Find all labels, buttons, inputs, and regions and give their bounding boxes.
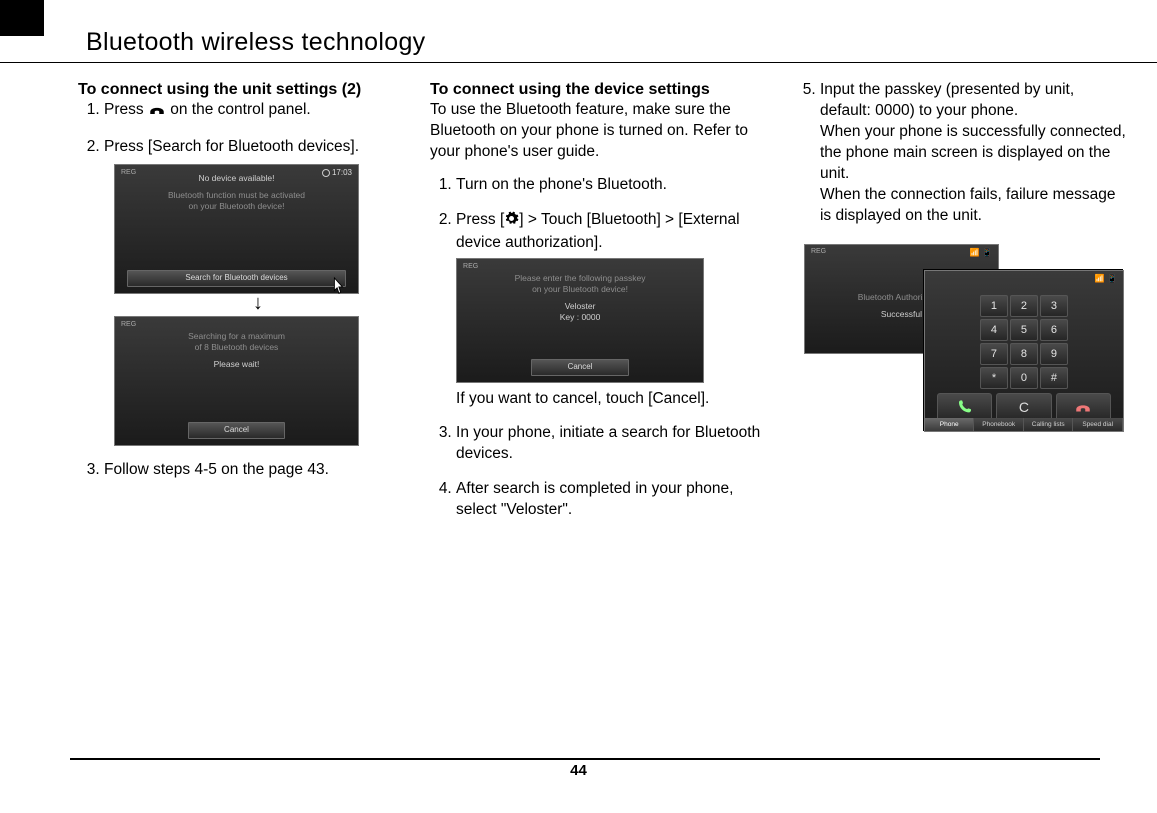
scr-line-3: Please wait!	[214, 359, 260, 370]
phone-tab[interactable]: Speed dial	[1073, 418, 1123, 431]
scr-line-2: on your Bluetooth device!	[532, 284, 628, 295]
step-1: Turn on the phone's Bluetooth.	[456, 175, 776, 196]
phone-tab[interactable]: Calling lists	[1024, 418, 1074, 431]
step-1-pre: Press	[104, 101, 148, 118]
after-screen-note: If you want to cancel, touch [Cancel].	[456, 389, 776, 410]
content-area: To connect using the unit settings (2) P…	[78, 80, 1128, 535]
keypad-key[interactable]: 6	[1040, 319, 1068, 341]
keypad-key[interactable]: 8	[1010, 343, 1038, 365]
heading-unit-settings: To connect using the unit settings (2)	[78, 80, 412, 100]
heading-device-settings: To connect using the device settings	[430, 80, 776, 100]
scr-line-2b: on your Bluetooth device!	[189, 201, 285, 212]
keypad-key[interactable]: 3	[1040, 295, 1068, 317]
status-icons: 📶 📱	[1095, 274, 1117, 283]
keypad-key[interactable]: 1	[980, 295, 1008, 317]
step-3: In your phone, initiate a search for Blu…	[456, 423, 776, 465]
step-2-pre: Press [	[456, 211, 504, 228]
page-title: Bluetooth wireless technology	[86, 28, 425, 57]
cursor-icon	[329, 276, 347, 296]
scr-reg: REG	[811, 248, 826, 255]
screenshot-pair-result: REG 📶 📱 Bluetooth Authorization Successf…	[804, 240, 1124, 435]
scr-line-1: Searching for a maximum	[188, 331, 285, 342]
scr-line-3: Veloster	[565, 301, 596, 312]
scr-line-1: Please enter the following passkey	[515, 273, 646, 284]
status-icons: 📶 📱	[970, 248, 992, 257]
keypad: 123 456 789 *0#	[980, 295, 1068, 389]
step-2: Press [Search for Bluetooth devices]. RE…	[104, 137, 412, 446]
arrow-down-icon: ↓	[104, 294, 412, 312]
scr-line-4: Key : 0000	[560, 312, 601, 323]
step-1: Press on the control panel.	[104, 100, 412, 123]
keypad-key[interactable]: *	[980, 367, 1008, 389]
step-4: After search is completed in your phone,…	[456, 479, 776, 521]
column-unit-settings: To connect using the unit settings (2) P…	[78, 80, 412, 535]
steps-passkey: Input the passkey (presented by unit, de…	[794, 80, 1128, 226]
call-row: C	[937, 393, 1111, 421]
screenshot-passkey: REG Please enter the following passkey o…	[456, 258, 704, 383]
title-rule	[0, 62, 1157, 63]
scr-line-2: of 8 Bluetooth devices	[195, 342, 279, 353]
column-device-settings: To connect using the device settings To …	[430, 80, 776, 535]
page-corner-tab	[0, 0, 44, 36]
gear-icon	[504, 211, 519, 233]
scr-reg: REG	[463, 262, 478, 271]
keypad-key[interactable]: 9	[1040, 343, 1068, 365]
search-bluetooth-button[interactable]: Search for Bluetooth devices	[127, 270, 346, 287]
scr-reg: REG	[121, 320, 136, 329]
keypad-key[interactable]: #	[1040, 367, 1068, 389]
step-3: Follow steps 4-5 on the page 43.	[104, 460, 412, 481]
page-number: 44	[0, 762, 1157, 779]
phone-tab[interactable]: Phone	[925, 418, 975, 431]
column-passkey: Input the passkey (presented by unit, de…	[794, 80, 1128, 535]
keypad-key[interactable]: 4	[980, 319, 1008, 341]
cancel-button[interactable]: Cancel	[188, 422, 285, 439]
intro-device-settings: To use the Bluetooth feature, make sure …	[430, 100, 776, 163]
keypad-key[interactable]: 7	[980, 343, 1008, 365]
scr-line-2a: Bluetooth function must be activated	[168, 190, 305, 201]
call-button[interactable]	[937, 393, 992, 421]
screenshot-phone-main: 📶 📱 123 456 789 *0# C PhonePhonebookCalling…	[924, 270, 1124, 432]
screenshot-searching: REG Searching for a maximum of 8 Bluetoo…	[114, 316, 359, 446]
keypad-key[interactable]: 2	[1010, 295, 1038, 317]
bottom-rule	[70, 758, 1100, 760]
cancel-button[interactable]: Cancel	[531, 359, 629, 376]
step-5: Input the passkey (presented by unit, de…	[820, 80, 1128, 226]
screenshot-search-prompt: REG 17:03 No device available! Bluetooth…	[114, 164, 359, 294]
step-1-post: on the control panel.	[166, 101, 311, 118]
steps-device-settings: Turn on the phone's Bluetooth. Press [] …	[430, 175, 776, 521]
scr-reg: REG	[121, 168, 136, 177]
phone-icon	[148, 102, 166, 123]
keypad-key[interactable]: 0	[1010, 367, 1038, 389]
step-2-text: Press [Search for Bluetooth devices].	[104, 138, 359, 155]
keypad-key[interactable]: 5	[1010, 319, 1038, 341]
end-call-button[interactable]	[1056, 393, 1111, 421]
phone-tabs: PhonePhonebookCalling listsSpeed dial	[925, 418, 1123, 431]
steps-unit-settings: Press on the control panel. Press [Searc…	[78, 100, 412, 481]
scr-line-1: No device available!	[198, 173, 274, 184]
scr-clock: 17:03	[322, 168, 352, 179]
phone-tab[interactable]: Phonebook	[974, 418, 1024, 431]
clock-icon	[322, 169, 330, 177]
clear-button[interactable]: C	[996, 393, 1051, 421]
scr-line-2: Successful	[881, 309, 922, 320]
step-2: Press [] > Touch [Bluetooth] > [External…	[456, 210, 776, 410]
